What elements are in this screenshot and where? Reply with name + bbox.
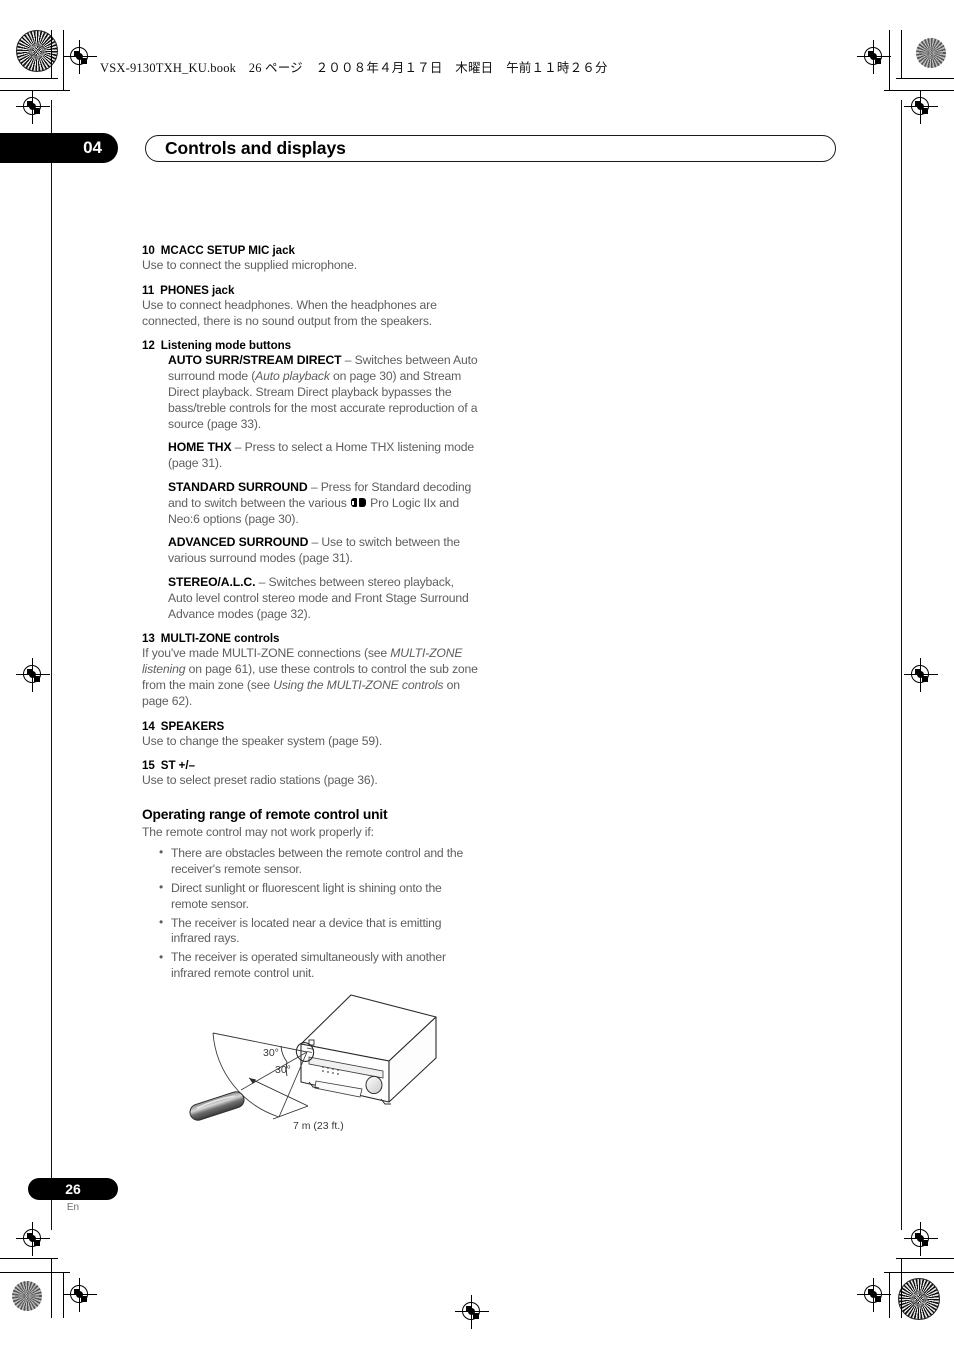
angle-label-upper: 30° (263, 1047, 279, 1059)
entry-title: Listening mode buttons (160, 339, 292, 353)
page-title: Controls and displays (165, 138, 346, 158)
crop-rule (901, 30, 903, 78)
dolby-double-d-icon (350, 498, 366, 508)
crop-rule (884, 90, 954, 92)
section-heading-operating-range: Operating range of remote control unit (142, 807, 388, 823)
entry-title: SPEAKERS (160, 719, 225, 733)
entry-title: PHONES jack (160, 283, 235, 297)
entry-13-multi-zone-controls: 13 MULTI-ZONE controls If you've made MUL… (142, 631, 478, 709)
registration-mark-left-middle (16, 658, 50, 692)
entry-title: MULTI-ZONE controls (160, 632, 280, 646)
registration-mark-bottom-center-left (455, 1295, 489, 1329)
entry-title: MCACC SETUP MIC jack (160, 244, 295, 257)
entry-12-listening-mode-buttons: 12 Listening mode buttons AUTO SURR/STREA… (142, 338, 478, 622)
operating-range-bullet-list: There are obstacles between the remote c… (142, 845, 478, 982)
crop-rule (51, 30, 53, 78)
crop-rule (0, 78, 58, 80)
entry-15-st-plus-minus: 15 ST +/– Use to select preset radio stat… (142, 758, 478, 789)
entry-body: Use to connect the supplied microphone. (142, 258, 358, 272)
crop-rule (896, 1258, 954, 1260)
halftone-density-dot-bottom-left (12, 1281, 42, 1311)
mode-label: STEREO/A.L.C. (168, 574, 256, 589)
trim-guide-vertical-left (51, 100, 53, 1230)
angle-label-lower: 30° (275, 1064, 291, 1076)
listening-mode-advanced-surround: ADVANCED SURROUND – Use to switch betwee… (168, 535, 478, 567)
entry-body: If you've made MULTI-ZONE connections (s… (142, 646, 478, 709)
list-item: There are obstacles between the remote c… (142, 845, 478, 878)
crop-rule (901, 1258, 903, 1318)
book-file-header: VSX-9130TXH_KU.book 26 ページ ２００８年４月１７日 木曜… (100, 61, 608, 75)
crop-rule (0, 1258, 58, 1260)
listening-mode-home-thx: HOME THX – Press to select a Home THX li… (168, 440, 478, 472)
page-number-badge: 26 (28, 1178, 118, 1200)
registration-mark-top-left-outer (63, 40, 97, 74)
list-item: Direct sunlight or fluorescent light is … (142, 880, 478, 913)
listening-mode-auto-surr-stream-direct: AUTO SURR/STREAM DIRECT – Switches betwe… (168, 353, 478, 432)
operating-range-intro: The remote control may not work properly… (142, 825, 374, 840)
crop-rule (889, 30, 891, 90)
chapter-number-badge: 04 (0, 133, 118, 163)
entry-heading: 15 ST +/– (142, 758, 478, 773)
registration-mark-bottom-right (904, 1222, 938, 1256)
registration-mark-top-right-outer (857, 40, 891, 74)
entry-title: ST +/– (160, 759, 195, 773)
registration-mark-bottom-left (16, 1222, 50, 1256)
registration-mark-bottom-right-outer (857, 1278, 891, 1312)
crop-rule (896, 78, 954, 80)
registration-mark-bottom-left-outer (63, 1278, 97, 1312)
crop-rule (884, 1272, 954, 1274)
mode-label: HOME THX (168, 440, 232, 455)
entry-heading: 13 MULTI-ZONE controls (142, 631, 478, 646)
entry-number: 11 (142, 283, 155, 297)
registration-mark-top-right (904, 90, 938, 124)
entry-body: Use to connect headphones. When the head… (142, 297, 437, 328)
listening-mode-standard-surround: STANDARD SURROUND – Press for Standard d… (168, 480, 478, 527)
body-column: 10 MCACC SETUP MIC jack Use to connect th… (142, 243, 478, 985)
entry-number: 10 (142, 244, 155, 257)
list-item: The receiver is located near a device th… (142, 915, 478, 948)
mz-text: If you've made MULTI-ZONE connections (s… (142, 646, 391, 661)
crop-rule (51, 1258, 53, 1318)
crop-rule (889, 1272, 891, 1318)
mode-label: AUTO SURR/STREAM DIRECT (168, 353, 342, 368)
entry-number: 12 (142, 339, 155, 353)
entry-body: Use to change the speaker system (page 5… (142, 733, 383, 748)
crop-rule (0, 1272, 70, 1274)
entry-heading: 14 SPEAKERS (142, 719, 478, 734)
entry-heading: 10 MCACC SETUP MIC jack (142, 243, 478, 258)
entry-14-speakers: 14 SPEAKERS Use to change the speaker sys… (142, 719, 478, 750)
registration-mark-right-middle (904, 658, 938, 692)
entry-11-phones-jack: 11 PHONES jack Use to connect headphones.… (142, 283, 478, 330)
entry-10-mcacc-setup-mic-jack: 10 MCACC SETUP MIC jack Use to connect th… (142, 243, 478, 274)
halftone-density-dot-top-right (916, 38, 946, 68)
list-item: The receiver is operated simultaneously … (142, 950, 478, 982)
crop-rule (0, 90, 70, 92)
crop-rule (63, 1272, 65, 1318)
entry-number: 15 (142, 759, 155, 773)
mz-cross-ref-2: Using the MULTI-ZONE controls (273, 677, 444, 692)
remote-operating-range-diagram: 30° 30° 7 m (23 ft.) (183, 986, 453, 1138)
mode-label: ADVANCED SURROUND (168, 535, 309, 550)
entry-heading: 12 Listening mode buttons (142, 338, 478, 353)
halftone-star-target-bottom-right (898, 1278, 940, 1320)
mode-cross-ref: Auto playback (255, 369, 330, 384)
trim-guide-vertical-right (901, 100, 903, 1230)
mode-label: STANDARD SURROUND (168, 479, 308, 494)
registration-mark-top-left (16, 90, 50, 124)
listening-mode-stereo-alc: STEREO/A.L.C. – Switches between stereo … (168, 575, 478, 622)
distance-label: 7 m (23 ft.) (293, 1120, 344, 1132)
entry-number: 13 (142, 632, 155, 646)
crop-rule (63, 30, 65, 90)
entry-heading: 11 PHONES jack (142, 283, 478, 298)
page-language-code: En (66, 1202, 80, 1213)
entry-number: 14 (142, 719, 155, 733)
entry-body: Use to select preset radio stations (pag… (142, 773, 378, 788)
remote-control-unit (189, 1091, 245, 1121)
